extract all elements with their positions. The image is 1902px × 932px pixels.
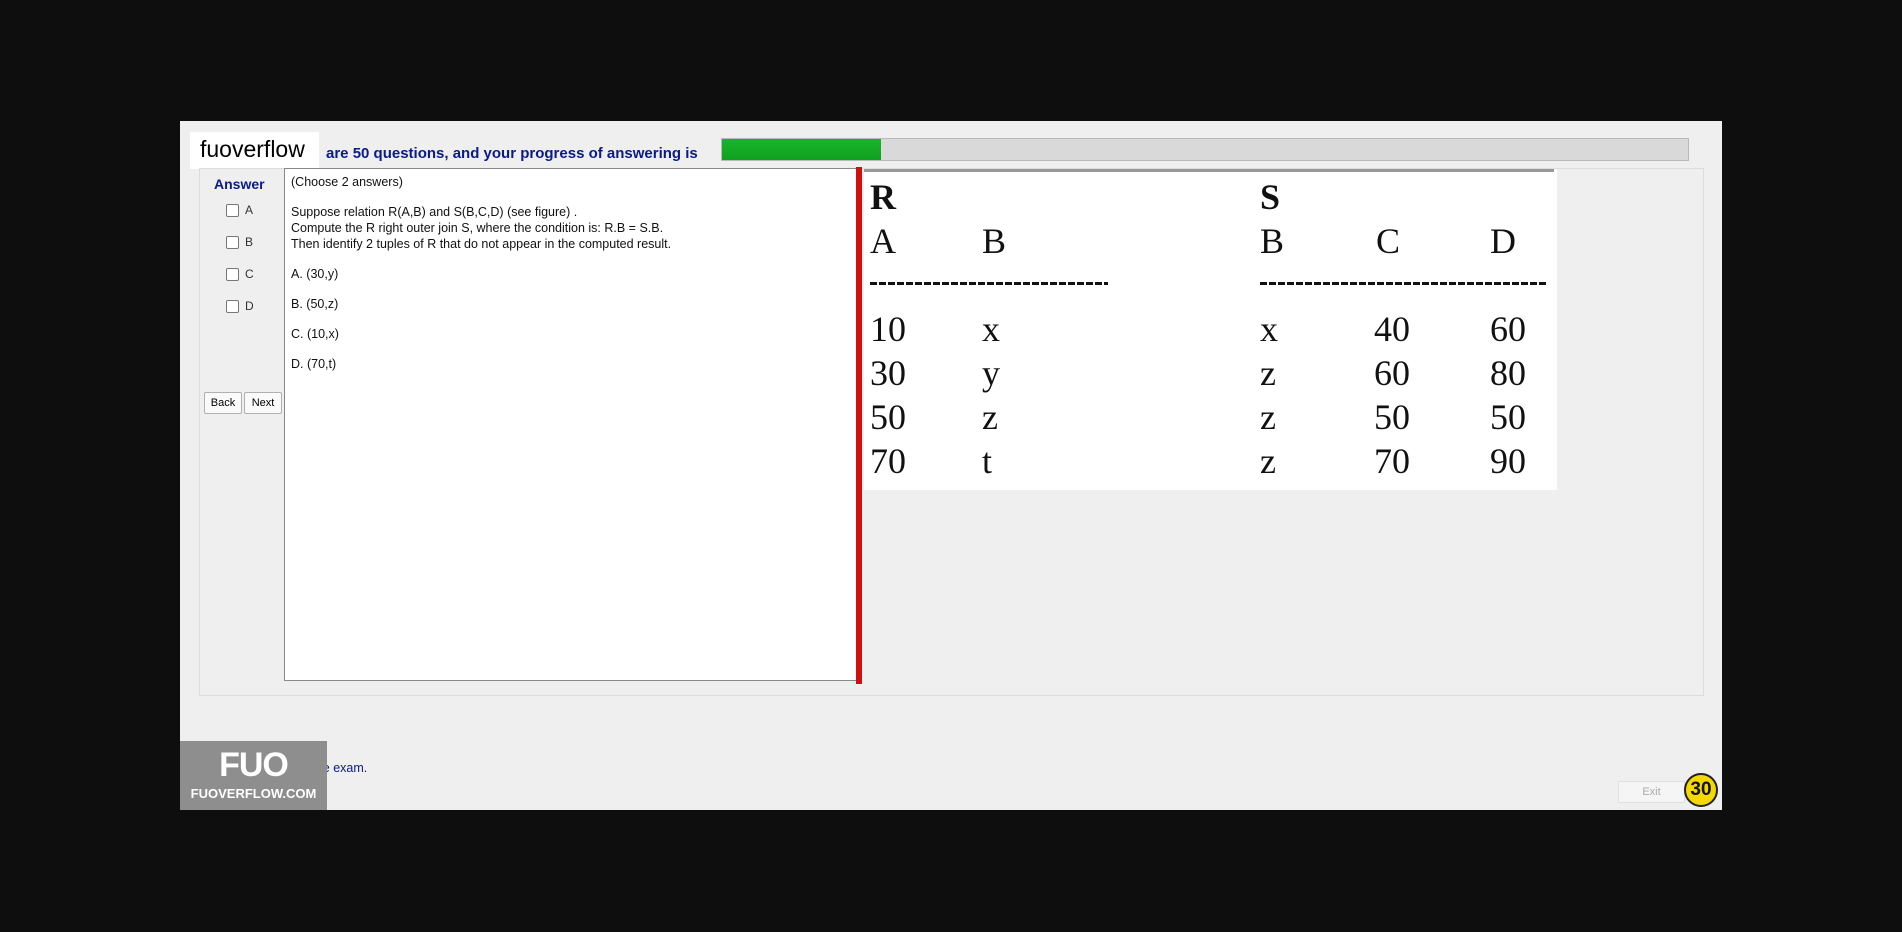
r-row-2-b: y <box>982 353 1000 393</box>
answer-title: Answer <box>214 176 265 192</box>
panel-divider[interactable] <box>856 167 862 684</box>
option-label-a: A <box>245 203 254 217</box>
r-row-3-b: z <box>982 397 998 437</box>
choice-b: B. (50,z) <box>291 297 339 311</box>
question-instruction: (Choose 2 answers) <box>291 175 403 189</box>
s-row-3-c: 50 <box>1374 397 1410 437</box>
option-label-b: B <box>245 235 254 249</box>
answer-option-d[interactable]: D <box>226 299 254 313</box>
option-label-c: C <box>245 267 254 281</box>
progress-label: are 50 questions, and your progress of a… <box>326 145 698 162</box>
figure-top-rule <box>864 169 1554 172</box>
s-header-b: B <box>1260 221 1285 261</box>
next-button[interactable]: Next <box>244 392 282 414</box>
r-row-3-a: 50 <box>870 397 906 437</box>
s-row-3-b: z <box>1260 397 1276 437</box>
watermark-logo: FUO FUOVERFLOW.COM <box>180 741 327 810</box>
relation-figure: R S A B B C D 10 x 30 y 50 z 70 t x 40 6… <box>864 169 1557 490</box>
relation-s-name: S <box>1260 177 1281 217</box>
s-row-3-d: 50 <box>1490 397 1526 437</box>
question-line-3: Then identify 2 tuples of R that do not … <box>291 237 672 251</box>
exit-button[interactable]: Exit <box>1618 781 1685 803</box>
choice-a: A. (30,y) <box>291 267 339 281</box>
progress-fill <box>722 139 882 160</box>
r-header-a: A <box>870 221 896 261</box>
back-button[interactable]: Back <box>204 392 242 414</box>
progress-bar <box>721 138 1689 161</box>
answer-option-b[interactable]: B <box>226 235 253 249</box>
relation-r-name: R <box>870 177 896 217</box>
r-row-1-a: 10 <box>870 309 906 349</box>
answer-option-c[interactable]: C <box>226 267 254 281</box>
s-row-2-b: z <box>1260 353 1276 393</box>
option-label-d: D <box>245 299 254 313</box>
checkbox-a[interactable] <box>226 203 239 217</box>
s-header-d: D <box>1490 221 1516 261</box>
r-row-2-a: 30 <box>870 353 906 393</box>
s-row-2-c: 60 <box>1374 353 1410 393</box>
checkbox-b[interactable] <box>226 235 239 249</box>
r-separator <box>870 282 1108 285</box>
checkbox-d[interactable] <box>226 299 239 313</box>
s-row-1-c: 40 <box>1374 309 1410 349</box>
s-row-1-b: x <box>1260 309 1278 349</box>
answer-option-a[interactable]: A <box>226 203 253 217</box>
watermark-logo-top: FUO <box>219 746 289 784</box>
choice-d: D. (70,t) <box>291 357 337 371</box>
brand-label: fuoverflow <box>190 132 319 169</box>
s-header-c: C <box>1376 221 1401 261</box>
r-row-4-b: t <box>982 441 993 481</box>
exam-window: fuoverflow are 50 questions, and your pr… <box>180 121 1722 810</box>
s-row-4-b: z <box>1260 441 1276 481</box>
watermark-logo-bottom: FUOVERFLOW.COM <box>190 786 317 801</box>
s-row-4-c: 70 <box>1374 441 1410 481</box>
question-text-box: (Choose 2 answers) Suppose relation R(A,… <box>284 168 858 681</box>
question-line-2: Compute the R right outer join S, where … <box>291 221 664 235</box>
countdown-timer: 30 <box>1684 773 1718 807</box>
r-row-4-a: 70 <box>870 441 906 481</box>
s-separator <box>1260 282 1548 285</box>
choice-c: C. (10,x) <box>291 327 339 341</box>
s-row-2-d: 80 <box>1490 353 1526 393</box>
question-line-1: Suppose relation R(A,B) and S(B,C,D) (se… <box>291 205 578 219</box>
r-header-b: B <box>982 221 1007 261</box>
checkbox-c[interactable] <box>226 267 239 281</box>
s-row-4-d: 90 <box>1490 441 1526 481</box>
s-row-1-d: 60 <box>1490 309 1526 349</box>
r-row-1-b: x <box>982 309 1000 349</box>
